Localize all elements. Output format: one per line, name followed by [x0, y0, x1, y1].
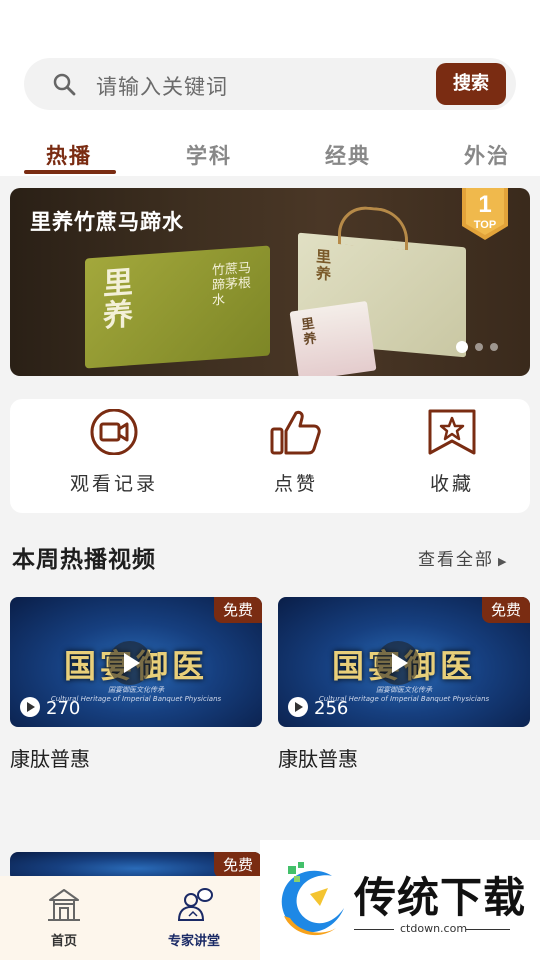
- thumbnail-subtitle: 国宴御医文化传承: [108, 686, 164, 694]
- play-icon[interactable]: [376, 641, 420, 685]
- view-all-link[interactable]: 查看全部 ▶: [418, 545, 508, 570]
- watermark-text: 传统下载: [354, 873, 527, 922]
- header-area: 请输入关键词 搜索 热播 学科 经典 外治: [0, 0, 540, 176]
- likes-label: 点赞: [273, 473, 318, 495]
- watch-history-label: 观看记录: [69, 473, 158, 495]
- video-history-icon: [90, 409, 138, 455]
- bag-handle: [338, 204, 408, 251]
- divider: [466, 929, 510, 930]
- play-count-icon: [288, 697, 308, 717]
- promo-banner[interactable]: 里养竹蔗马蹄水 里养 竹蔗马蹄茅根水 里养 里养 1 TOP: [10, 188, 530, 376]
- play-icon[interactable]: [108, 641, 152, 685]
- view-all-label: 查看全部: [418, 550, 494, 570]
- nav-expert-lecture[interactable]: 专家讲堂: [168, 886, 220, 949]
- carousel-dot[interactable]: [456, 341, 468, 353]
- product-pouch: 里养: [289, 300, 377, 376]
- nav-home-label: 首页: [50, 934, 77, 949]
- carousel-dot[interactable]: [475, 343, 483, 351]
- search-bar[interactable]: 请输入关键词 搜索: [24, 58, 516, 110]
- view-count-value: 270: [46, 698, 81, 719]
- product-box-name: 竹蔗马蹄茅根水: [212, 260, 252, 309]
- top-badge-text: TOP: [474, 219, 496, 231]
- product-pouch-label: 里养: [300, 316, 318, 349]
- tab-external[interactable]: 外治: [464, 140, 510, 170]
- carousel-dot[interactable]: [490, 343, 498, 351]
- video-thumbnail[interactable]: 国宴御医 国宴御医文化传承 Cultural Heritage of Imper…: [278, 597, 530, 727]
- likes-button[interactable]: 点赞: [221, 409, 371, 496]
- expert-lecture-icon: [177, 888, 213, 921]
- home-pavilion-icon: [48, 889, 80, 921]
- search-input[interactable]: 请输入关键词: [96, 71, 228, 101]
- watch-history-button[interactable]: 观看记录: [39, 409, 189, 496]
- video-title[interactable]: 康肽普惠: [278, 743, 530, 772]
- download-site-watermark: 传统下载 ctdown.com: [260, 840, 540, 960]
- chevron-right-icon: ▶: [498, 555, 509, 568]
- free-badge: 免费: [214, 852, 262, 878]
- bottom-navigation: 首页 专家讲堂: [0, 876, 260, 960]
- watermark-url: ctdown.com: [400, 922, 468, 935]
- banner-title: 里养竹蔗马蹄水: [30, 210, 184, 234]
- product-bag-label: 里养: [316, 247, 332, 284]
- thumbs-up-icon: [270, 410, 321, 455]
- view-count: 270: [20, 697, 80, 719]
- quick-actions-panel: 观看记录 点赞 收藏: [10, 399, 530, 513]
- section-title: 本周热播视频: [12, 547, 156, 573]
- video-thumbnail[interactable]: 国宴御医 国宴御医文化传承 Cultural Heritage of Imper…: [10, 597, 262, 727]
- product-box-brand: 里养: [103, 265, 133, 335]
- free-badge: 免费: [214, 597, 262, 623]
- search-button[interactable]: 搜索: [436, 63, 506, 105]
- bookmark-star-icon: [428, 409, 476, 455]
- video-card[interactable]: 国宴御医 国宴御医文化传承 Cultural Heritage of Imper…: [278, 597, 530, 772]
- active-tab-indicator: [24, 170, 116, 174]
- video-title[interactable]: 康肽普惠: [10, 743, 262, 772]
- tab-classic[interactable]: 经典: [325, 140, 371, 170]
- product-box: 里养 竹蔗马蹄茅根水: [85, 245, 270, 369]
- search-icon: [53, 73, 76, 96]
- view-count-value: 256: [314, 698, 349, 719]
- top-badge-icon: 1 TOP: [462, 188, 508, 240]
- category-tabs: 热播 学科 经典 外治: [0, 138, 540, 176]
- thumbnail-subtitle: 国宴御医文化传承: [376, 686, 432, 694]
- tab-subject[interactable]: 学科: [186, 140, 232, 170]
- free-badge: 免费: [482, 597, 530, 623]
- watermark-logo-icon: [281, 862, 344, 936]
- video-card[interactable]: 国宴御医 国宴御医文化传承 Cultural Heritage of Imper…: [10, 597, 262, 772]
- nav-expert-lecture-label: 专家讲堂: [168, 934, 221, 949]
- favorites-button[interactable]: 收藏: [377, 409, 527, 496]
- divider: [354, 929, 394, 930]
- play-count-icon: [20, 697, 40, 717]
- tab-hot[interactable]: 热播: [46, 140, 92, 170]
- view-count: 256: [288, 697, 348, 719]
- top-badge-number: 1: [478, 191, 491, 218]
- favorites-label: 收藏: [429, 473, 474, 495]
- nav-home[interactable]: 首页: [46, 886, 82, 949]
- carousel-dots[interactable]: [456, 336, 505, 355]
